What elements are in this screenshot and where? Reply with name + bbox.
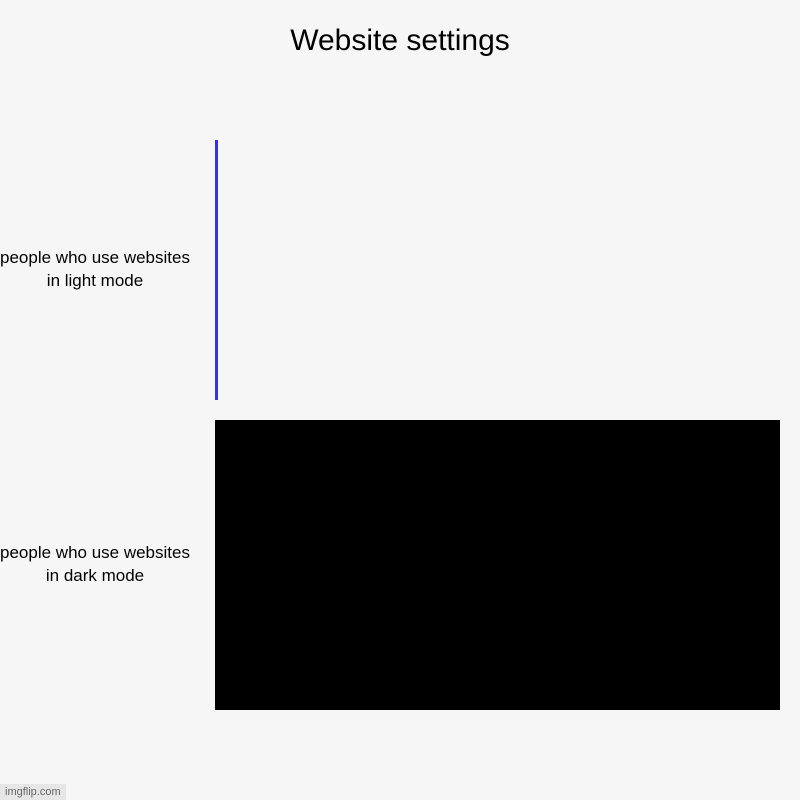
watermark: imgflip.com [0,784,66,800]
bar-light-mode [215,140,218,400]
bar-row: people who use websites in light mode [0,140,780,400]
category-label: people who use websites in light mode [0,247,215,293]
bar-track [215,420,780,710]
bar-row: people who use websites in dark mode [0,420,780,710]
chart-title: Website settings [0,0,800,58]
chart-plot-area: people who use websites in light mode pe… [0,110,800,760]
bar-dark-mode [215,420,780,710]
bar-track [215,140,780,400]
category-label: people who use websites in dark mode [0,542,215,588]
